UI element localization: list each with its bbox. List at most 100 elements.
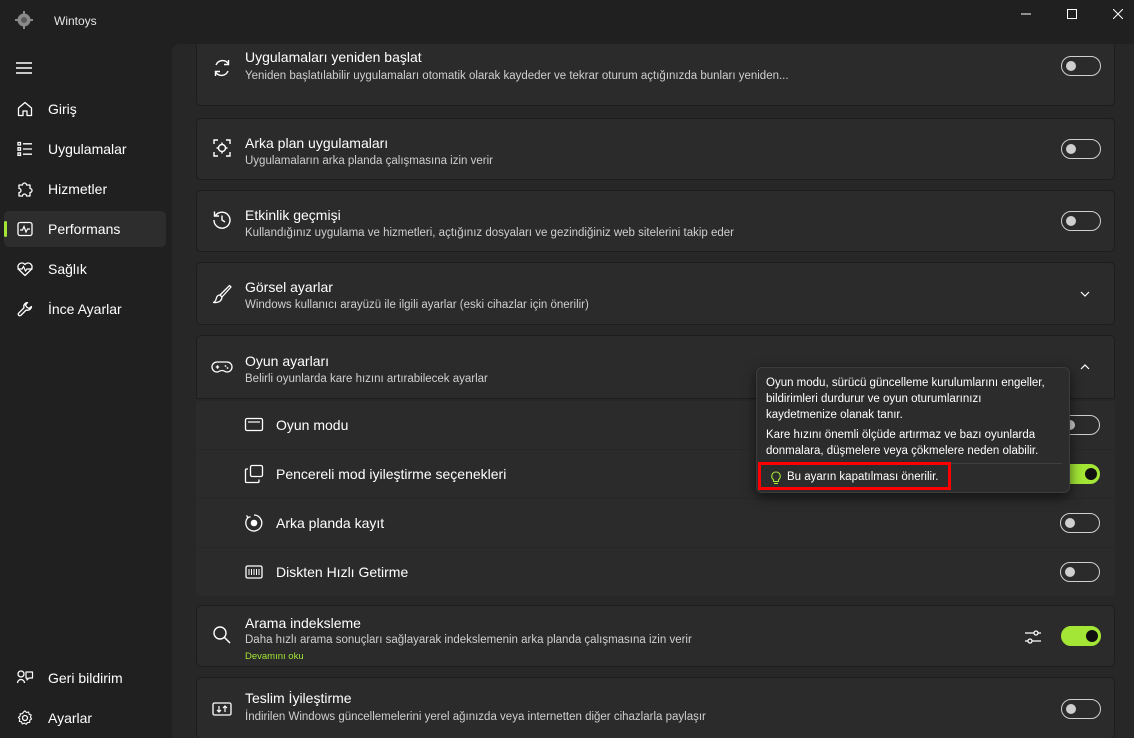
setting-title: Etkinlik geçmişi (245, 207, 341, 223)
tooltip-line: donmalara, düşmelere veya çökmelere nede… (766, 445, 1039, 457)
setting-description: Kullandığınız uygulama ve hizmetleri, aç… (245, 227, 735, 239)
feedback-icon (16, 670, 34, 684)
sidebar-item-label: Performans (48, 221, 121, 237)
toggle-knob (1065, 518, 1075, 528)
gamepad-icon (211, 361, 233, 373)
game-mode-label: Oyun modu (276, 417, 349, 433)
toggle-knob (1066, 216, 1076, 226)
game-settings-row-fast-disk: Diskten Hızlı Getirme (196, 548, 1115, 596)
setting-card-visual-settings[interactable]: Görsel ayarlar Windows kullanıcı arayüzü… (196, 262, 1115, 325)
close-icon (1113, 9, 1123, 19)
hamburger-menu-icon[interactable] (14, 60, 34, 76)
setting-description: Yeniden başlatılabilir uygulamaları otom… (245, 70, 789, 82)
title-bar: Wintoys (0, 0, 1134, 44)
active-indicator (4, 221, 7, 237)
puzzle-icon (18, 182, 33, 197)
minimize-button[interactable] (1003, 0, 1049, 28)
windowed-mode-label: Pencereli mod iyileştirme seçenekleri (276, 466, 507, 482)
sidebar-item-apps[interactable]: Uygulamalar (4, 131, 166, 167)
game-mode-icon (244, 417, 264, 432)
sidebar-item-tweaks[interactable]: İnce Ayarlar (4, 291, 166, 327)
home-icon (17, 101, 33, 117)
toggle-knob (1066, 61, 1076, 71)
setting-title: Teslim İyileştirme (245, 690, 352, 706)
delivery-optimization-toggle[interactable] (1061, 699, 1101, 719)
performance-icon (17, 221, 33, 237)
sidebar-item-settings[interactable]: Ayarlar (4, 700, 166, 736)
close-button[interactable] (1095, 0, 1134, 28)
restart-apps-toggle[interactable] (1061, 56, 1101, 76)
gear-icon (17, 710, 33, 725)
setting-title: Arka plan uygulamaları (245, 135, 389, 151)
windowed-mode-icon (244, 464, 264, 484)
fast-disk-label: Diskten Hızlı Getirme (276, 564, 409, 580)
maximize-icon (1067, 9, 1077, 19)
background-recording-label: Arka planda kayıt (276, 515, 385, 531)
background-apps-icon (213, 139, 231, 157)
recommendation-text: Bu ayarın kapatılması önerilir. (787, 471, 939, 483)
apps-list-icon (17, 141, 32, 157)
sidebar-item-health[interactable]: Sağlık (4, 251, 166, 287)
sidebar-item-home[interactable]: Giriş (4, 91, 166, 127)
sidebar-item-label: İnce Ayarlar (48, 301, 122, 317)
recommendation-highlight: Bu ayarın kapatılması önerilir. (758, 462, 951, 490)
setting-title: Arama indeksleme (245, 615, 361, 631)
sidebar-item-label: Uygulamalar (48, 141, 127, 157)
disk-icon (245, 565, 263, 579)
lightbulb-icon (771, 471, 781, 485)
background-apps-toggle[interactable] (1061, 139, 1101, 159)
app-logo-icon (15, 11, 33, 29)
tooltip-line: kaydetmenize olanak tanır. (766, 409, 903, 421)
delivery-icon (212, 702, 232, 716)
restart-icon (214, 59, 230, 77)
heartbeat-icon (17, 262, 33, 277)
activity-history-toggle[interactable] (1061, 211, 1101, 231)
wrench-icon (17, 301, 33, 317)
setting-card-restart-apps[interactable]: Uygulamaları yeniden başlat Yeniden başl… (196, 44, 1115, 106)
setting-description: İndirilen Windows güncellemelerini yerel… (245, 711, 706, 723)
maximize-button[interactable] (1049, 0, 1095, 28)
background-recording-toggle[interactable] (1060, 513, 1100, 533)
brush-icon (212, 284, 232, 304)
tooltip-line: Kare hızını önemli ölçüde artırmaz ve ba… (766, 429, 1036, 441)
setting-title: Oyun ayarları (245, 353, 330, 369)
setting-description: Uygulamaların arka planda çalışmasına iz… (245, 155, 493, 167)
chevron-up-icon[interactable] (1079, 361, 1091, 373)
setting-description: Daha hızlı arama sonuçları sağlayarak in… (245, 634, 692, 646)
sidebar-item-performance[interactable]: Performans (4, 211, 166, 247)
record-icon (245, 514, 263, 532)
fast-disk-toggle[interactable] (1060, 562, 1100, 582)
toggle-knob (1065, 567, 1075, 577)
game-settings-row-background-recording: Arka planda kayıt (196, 499, 1115, 547)
tooltip-line: Oyun modu, sürücü güncelleme kurulumları… (766, 377, 1045, 389)
sidebar: Giriş Uygulamalar Hizmetler Performans S… (0, 44, 172, 738)
sidebar-item-label: Giriş (48, 101, 77, 117)
minimize-icon (1021, 13, 1031, 15)
sidebar-item-label: Sağlık (48, 261, 87, 277)
read-more-link[interactable]: Devamını oku (245, 651, 304, 662)
search-icon (213, 626, 231, 644)
history-icon (213, 211, 231, 229)
tooltip-line: bildirimleri durdurur ve oyun oturumları… (766, 393, 982, 405)
chevron-down-icon[interactable] (1079, 288, 1091, 300)
game-mode-tooltip: Oyun modu, sürücü güncelleme kurulumları… (756, 367, 1070, 493)
sidebar-item-label: Hizmetler (48, 181, 108, 197)
sliders-icon[interactable] (1023, 627, 1043, 647)
app-title: Wintoys (54, 14, 97, 28)
search-indexing-toggle[interactable] (1061, 626, 1101, 646)
toggle-knob (1085, 468, 1097, 480)
setting-card-delivery-optimization[interactable]: Teslim İyileştirme İndirilen Windows gün… (196, 677, 1115, 738)
sidebar-item-feedback[interactable]: Geri bildirim (4, 660, 166, 696)
setting-card-activity-history[interactable]: Etkinlik geçmişi Kullandığınız uygulama … (196, 190, 1115, 252)
setting-description: Belirli oyunlarda kare hızını artırabile… (245, 373, 488, 385)
toggle-knob (1066, 144, 1076, 154)
sidebar-item-label: Geri bildirim (48, 670, 123, 686)
setting-card-background-apps[interactable]: Arka plan uygulamaları Uygulamaların ark… (196, 118, 1115, 180)
sidebar-item-label: Ayarlar (48, 710, 93, 726)
setting-title: Görsel ayarlar (245, 279, 333, 295)
setting-title: Uygulamaları yeniden başlat (245, 49, 422, 65)
setting-description: Windows kullanıcı arayüzü ile ilgili aya… (245, 299, 589, 311)
setting-card-search-indexing[interactable]: Arama indeksleme Daha hızlı arama sonuçl… (196, 605, 1115, 667)
sidebar-item-services[interactable]: Hizmetler (4, 171, 166, 207)
toggle-knob (1066, 704, 1076, 714)
